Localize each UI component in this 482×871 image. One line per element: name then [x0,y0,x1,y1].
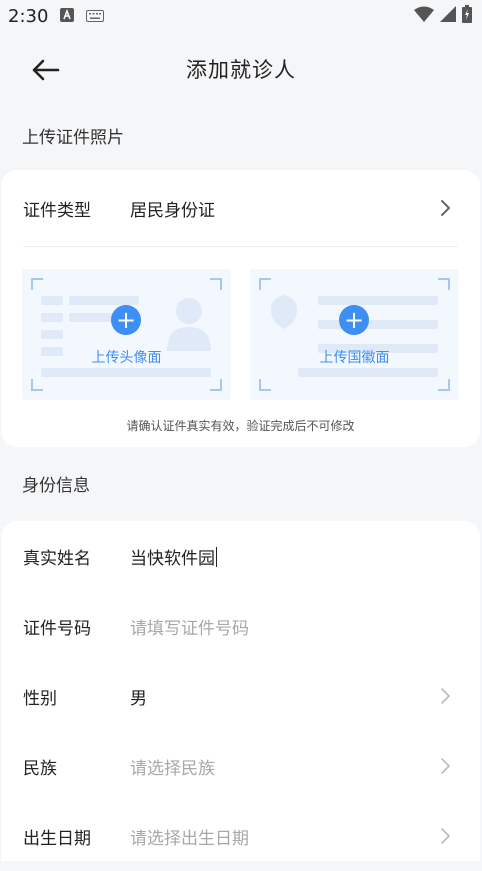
text-input-icon [60,7,75,26]
gender-row[interactable]: 性别 男 [1,661,480,731]
status-time: 2:30 [8,5,49,27]
upload-front-label: 上传头像面 [91,350,162,366]
battery-icon [462,5,472,27]
real-name-row[interactable]: 真实姓名 当快软件园 [1,521,480,591]
gender-label: 性别 [23,688,57,709]
id-type-value: 居民身份证 [130,200,215,221]
avatar-placeholder-icon [167,298,211,351]
upload-section-title: 上传证件照片 [22,128,124,148]
chevron-right-icon [441,200,450,216]
chevron-right-icon [441,758,450,774]
status-bar: 2:30 [0,0,482,32]
verification-notice: 请确认证件真实有效，验证完成后不可修改 [126,419,355,433]
arrow-left-icon [32,59,60,81]
chevron-right-icon [441,688,450,704]
real-name-input[interactable]: 当快软件园 [130,544,458,569]
id-number-label: 证件号码 [23,618,91,639]
gender-value: 男 [130,688,147,709]
plus-icon: + [339,305,369,335]
chevron-right-icon [441,828,450,844]
ethnicity-label: 民族 [23,758,57,779]
real-name-label: 真实姓名 [23,548,91,569]
birth-date-select[interactable]: 请选择出生日期 [130,824,440,849]
upload-back-button[interactable]: + 上传国徽面 [250,269,459,400]
id-type-label: 证件类型 [23,200,91,221]
info-card: 真实姓名 当快软件园 证件号码 请填写证件号码 性别 男 民族 请选择民族 出生… [1,521,480,861]
back-button[interactable] [26,53,64,87]
wifi-icon [414,6,434,26]
birth-date-label: 出生日期 [23,828,91,849]
info-section-title: 身份信息 [22,476,90,496]
ethnicity-row[interactable]: 民族 请选择民族 [1,731,480,801]
keyboard-icon [86,7,105,26]
plus-icon: + [111,305,141,335]
upload-front-button[interactable]: + 上传头像面 [22,269,231,400]
text-cursor [216,546,217,567]
id-number-input[interactable]: 请填写证件号码 [130,614,458,639]
id-type-row[interactable]: 证件类型 居民身份证 [1,170,480,246]
signal-icon [440,6,456,26]
id-number-row[interactable]: 证件号码 请填写证件号码 [1,591,480,661]
page-title: 添加就诊人 [186,58,296,82]
ethnicity-select[interactable]: 请选择民族 [130,754,440,779]
birth-date-row[interactable]: 出生日期 请选择出生日期 [1,801,480,871]
emblem-placeholder-icon [271,295,297,329]
navigation-bar: 添加就诊人 [0,32,482,106]
upload-back-label: 上传国徽面 [319,350,390,366]
upload-card: 证件类型 居民身份证 + 上传头像面 + 上传国徽面 请确认证件真实有效，验证完… [1,170,480,447]
